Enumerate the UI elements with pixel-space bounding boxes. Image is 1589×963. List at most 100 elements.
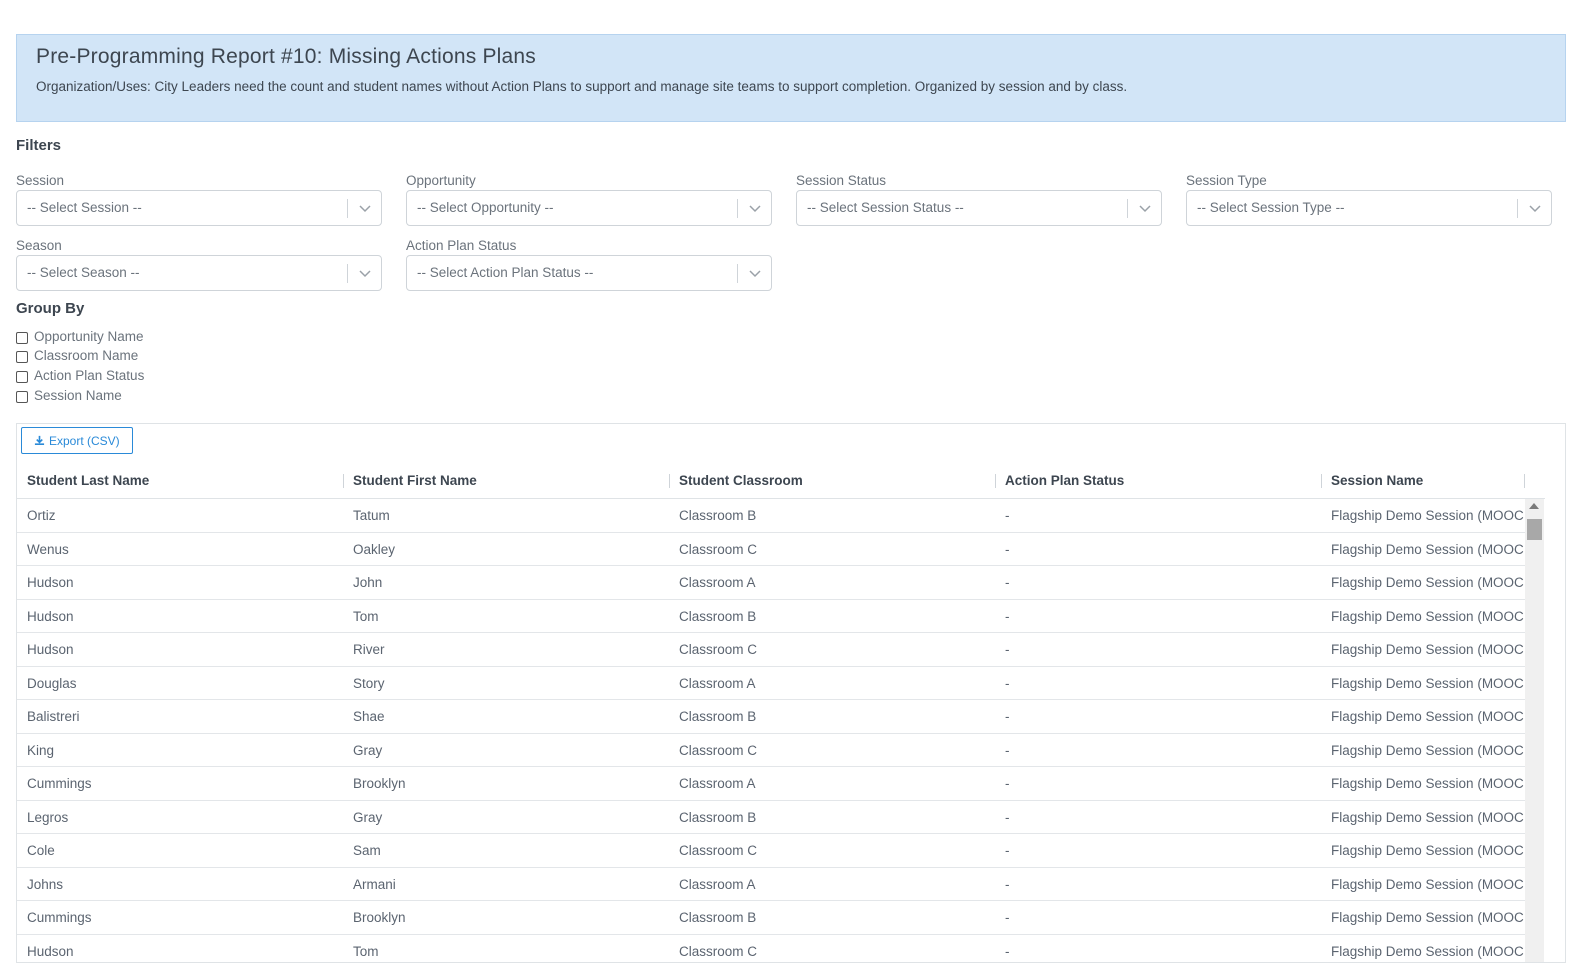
table-cell: - [1005,935,1315,963]
table-cell: Cummings [27,901,337,934]
chevron-down-icon[interactable] [1528,200,1542,216]
checkbox[interactable] [16,332,28,344]
table-row[interactable]: BalistreriShaeClassroom B-Flagship Demo … [17,700,1525,734]
column-resize-handle[interactable] [1321,474,1322,488]
table-row[interactable]: OrtizTatumClassroom B-Flagship Demo Sess… [17,499,1525,533]
table-row[interactable]: LegrosGrayClassroom B-Flagship Demo Sess… [17,801,1525,835]
table-row[interactable]: DouglasStoryClassroom A-Flagship Demo Se… [17,667,1525,701]
table-cell: - [1005,767,1315,800]
table-cell: Johns [27,868,337,901]
select-separator [1517,199,1518,218]
action-plan-status-select[interactable]: -- Select Action Plan Status -- [406,255,772,291]
table-cell: - [1005,901,1315,934]
report-grid: Export (CSV) Student Last Name Student F… [16,423,1566,963]
table-row[interactable]: HudsonRiverClassroom C-Flagship Demo Ses… [17,633,1525,667]
table-cell: Flagship Demo Session (MOOC [1331,499,1525,532]
season-select-value: -- Select Season -- [27,265,140,280]
table-cell: Flagship Demo Session (MOOC [1331,767,1525,800]
table-cell: Classroom B [679,801,989,834]
column-header-classroom[interactable]: Student Classroom [679,463,803,498]
export-csv-button[interactable]: Export (CSV) [21,427,133,454]
season-select[interactable]: -- Select Season -- [16,255,382,291]
grid-scrollbar[interactable] [1525,499,1544,963]
select-separator [737,199,738,218]
session-status-select-value: -- Select Session Status -- [807,200,964,215]
checkbox[interactable] [16,351,28,363]
table-cell: Classroom C [679,734,989,767]
table-cell: - [1005,734,1315,767]
select-separator [737,264,738,283]
table-cell: Cummings [27,767,337,800]
column-header-session-name[interactable]: Session Name [1331,463,1423,498]
table-row[interactable]: ColeSamClassroom C-Flagship Demo Session… [17,834,1525,868]
column-resize-handle[interactable] [1524,474,1525,488]
table-cell: - [1005,600,1315,633]
table-row[interactable]: CummingsBrooklynClassroom A-Flagship Dem… [17,767,1525,801]
chevron-down-icon[interactable] [748,200,762,216]
table-cell: Flagship Demo Session (MOOC [1331,734,1525,767]
checkbox[interactable] [16,391,28,403]
session-select[interactable]: -- Select Session -- [16,190,382,226]
opportunity-select[interactable]: -- Select Opportunity -- [406,190,772,226]
chevron-down-icon[interactable] [358,265,372,281]
chevron-down-icon[interactable] [358,200,372,216]
table-cell: Classroom B [679,499,989,532]
table-cell: Classroom B [679,600,989,633]
table-cell: Flagship Demo Session (MOOC [1331,566,1525,599]
table-row[interactable]: KingGrayClassroom C-Flagship Demo Sessio… [17,734,1525,768]
checkbox[interactable] [16,371,28,383]
column-resize-handle[interactable] [995,474,996,488]
table-cell: - [1005,499,1315,532]
table-cell: Flagship Demo Session (MOOC [1331,533,1525,566]
table-cell: - [1005,667,1315,700]
select-separator [1127,199,1128,218]
table-cell: Flagship Demo Session (MOOC [1331,834,1525,867]
group-by-option-label: Session Name [34,388,122,403]
column-header-first-name[interactable]: Student First Name [353,463,477,498]
table-cell: River [353,633,663,666]
grid-body: OrtizTatumClassroom B-Flagship Demo Sess… [17,499,1525,963]
table-cell: Hudson [27,600,337,633]
column-header-last-name[interactable]: Student Last Name [27,463,149,498]
table-cell: Classroom A [679,667,989,700]
table-cell: - [1005,801,1315,834]
table-cell: Tom [353,600,663,633]
scroll-up-arrow-icon[interactable] [1529,503,1539,509]
report-description: Organization/Uses: City Leaders need the… [36,79,1127,94]
table-cell: Flagship Demo Session (MOOC [1331,901,1525,934]
session-type-filter-label: Session Type [1186,173,1267,188]
chevron-down-icon[interactable] [1138,200,1152,216]
table-row[interactable]: HudsonJohnClassroom A-Flagship Demo Sess… [17,566,1525,600]
table-cell: Brooklyn [353,767,663,800]
chevron-down-icon[interactable] [748,265,762,281]
table-cell: Sam [353,834,663,867]
action-plan-status-select-value: -- Select Action Plan Status -- [417,265,593,280]
table-row[interactable]: HudsonTomClassroom C-Flagship Demo Sessi… [17,935,1525,963]
column-header-action-plan-status[interactable]: Action Plan Status [1005,463,1124,498]
table-cell: Flagship Demo Session (MOOC [1331,868,1525,901]
table-row[interactable]: CummingsBrooklynClassroom B-Flagship Dem… [17,901,1525,935]
column-resize-handle[interactable] [669,474,670,488]
table-cell: Flagship Demo Session (MOOC [1331,935,1525,963]
export-csv-label: Export (CSV) [49,434,120,448]
table-cell: Flagship Demo Session (MOOC [1331,667,1525,700]
table-cell: - [1005,633,1315,666]
season-filter-label: Season [16,238,62,253]
table-cell: - [1005,834,1315,867]
table-cell: Classroom B [679,901,989,934]
session-type-select-value: -- Select Session Type -- [1197,200,1345,215]
table-cell: Legros [27,801,337,834]
grid-header: Student Last Name Student First Name Stu… [17,463,1545,499]
table-row[interactable]: HudsonTomClassroom B-Flagship Demo Sessi… [17,600,1525,634]
session-filter-label: Session [16,173,64,188]
scroll-thumb[interactable] [1527,519,1542,540]
column-resize-handle[interactable] [343,474,344,488]
session-type-select[interactable]: -- Select Session Type -- [1186,190,1552,226]
table-cell: - [1005,533,1315,566]
table-row[interactable]: WenusOakleyClassroom C-Flagship Demo Ses… [17,533,1525,567]
table-cell: Ortiz [27,499,337,532]
session-status-select[interactable]: -- Select Session Status -- [796,190,1162,226]
filters-heading: Filters [16,137,61,154]
action-plan-status-filter-label: Action Plan Status [406,238,516,253]
table-row[interactable]: JohnsArmaniClassroom A-Flagship Demo Ses… [17,868,1525,902]
